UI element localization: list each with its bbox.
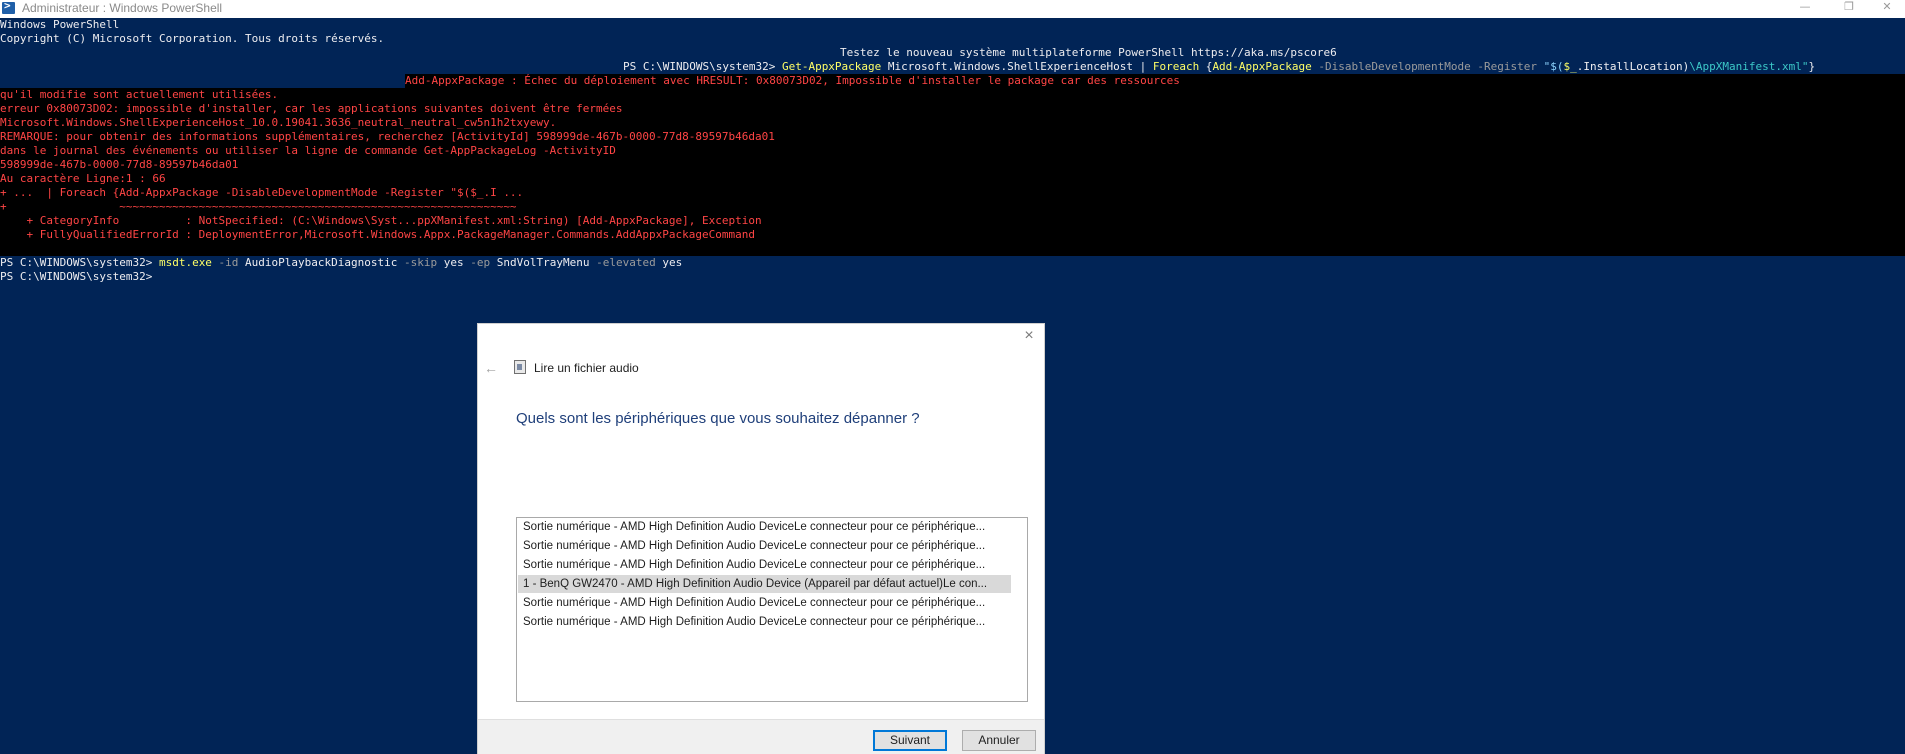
error-line: Microsoft.Windows.ShellExperienceHost_10… [0,116,557,129]
device-list-item[interactable]: Sortie numérique - AMD High Definition A… [518,518,1011,536]
console-command-line: PS C:\WINDOWS\system32> Get-AppxPackage … [623,60,1816,73]
device-list-item[interactable]: Sortie numérique - AMD High Definition A… [518,556,1011,574]
troubleshooter-icon [514,360,526,374]
console-current-prompt: PS C:\WINDOWS\system32> [0,270,153,283]
device-list-item-selected[interactable]: 1 - BenQ GW2470 - AMD High Definition Au… [518,575,1011,593]
audio-troubleshooter-dialog: × ← Lire un fichier audio Quels sont les… [477,323,1045,754]
cancel-button[interactable]: Annuler [962,730,1036,751]
dialog-app-title: Lire un fichier audio [534,361,639,375]
back-arrow-icon[interactable]: ← [484,361,500,375]
device-list-item[interactable]: Sortie numérique - AMD High Definition A… [518,594,1011,612]
device-list-item[interactable]: Sortie numérique - AMD High Definition A… [518,537,1011,555]
console-msdt-command-line: PS C:\WINDOWS\system32> msdt.exe -id Aud… [0,256,683,269]
window-titlebar: Administrateur : Windows PowerShell — ❐ … [0,0,1905,18]
error-line: erreur 0x80073D02: impossible d'installe… [0,102,623,115]
error-line: qu'il modifie sont actuellement utilisée… [0,88,279,101]
minimize-button[interactable]: — [1782,0,1828,18]
error-line: + ~~~~~~~~~~~~~~~~~~~~~~~~~~~~~~~~~~~~~~… [0,200,517,213]
console-banner-pscore: Testez le nouveau système multiplateform… [840,46,1337,59]
error-line: + FullyQualifiedErrorId : DeploymentErro… [0,228,755,241]
window-title: Administrateur : Windows PowerShell [22,1,223,15]
console-banner-title: Windows PowerShell [0,18,120,31]
powershell-icon [2,0,15,14]
error-line: Au caractère Ligne:1 : 66 [0,172,166,185]
error-line: REMARQUE: pour obtenir des informations … [0,130,775,143]
close-window-button[interactable]: ✕ [1864,0,1905,18]
error-line: Add-AppxPackage : Échec du déploiement a… [405,74,1180,87]
error-line: + CategoryInfo : NotSpecified: (C:\Windo… [0,214,762,227]
next-button[interactable]: Suivant [873,730,947,751]
error-line: 598999de-467b-0000-77d8-89597b46da01 [0,158,239,171]
error-line: dans le journal des événements ou utilis… [0,144,616,157]
console-banner-copyright: Copyright (C) Microsoft Corporation. Tou… [0,32,385,45]
device-listbox[interactable]: Sortie numérique - AMD High Definition A… [516,517,1028,702]
dialog-close-icon[interactable]: × [1022,328,1036,344]
device-list-item[interactable]: Sortie numérique - AMD High Definition A… [518,613,1011,631]
error-line: + ... | Foreach {Add-AppxPackage -Disabl… [0,186,524,199]
dialog-footer: Suivant Annuler [478,719,1044,754]
dialog-heading: Quels sont les périphériques que vous so… [516,410,920,427]
